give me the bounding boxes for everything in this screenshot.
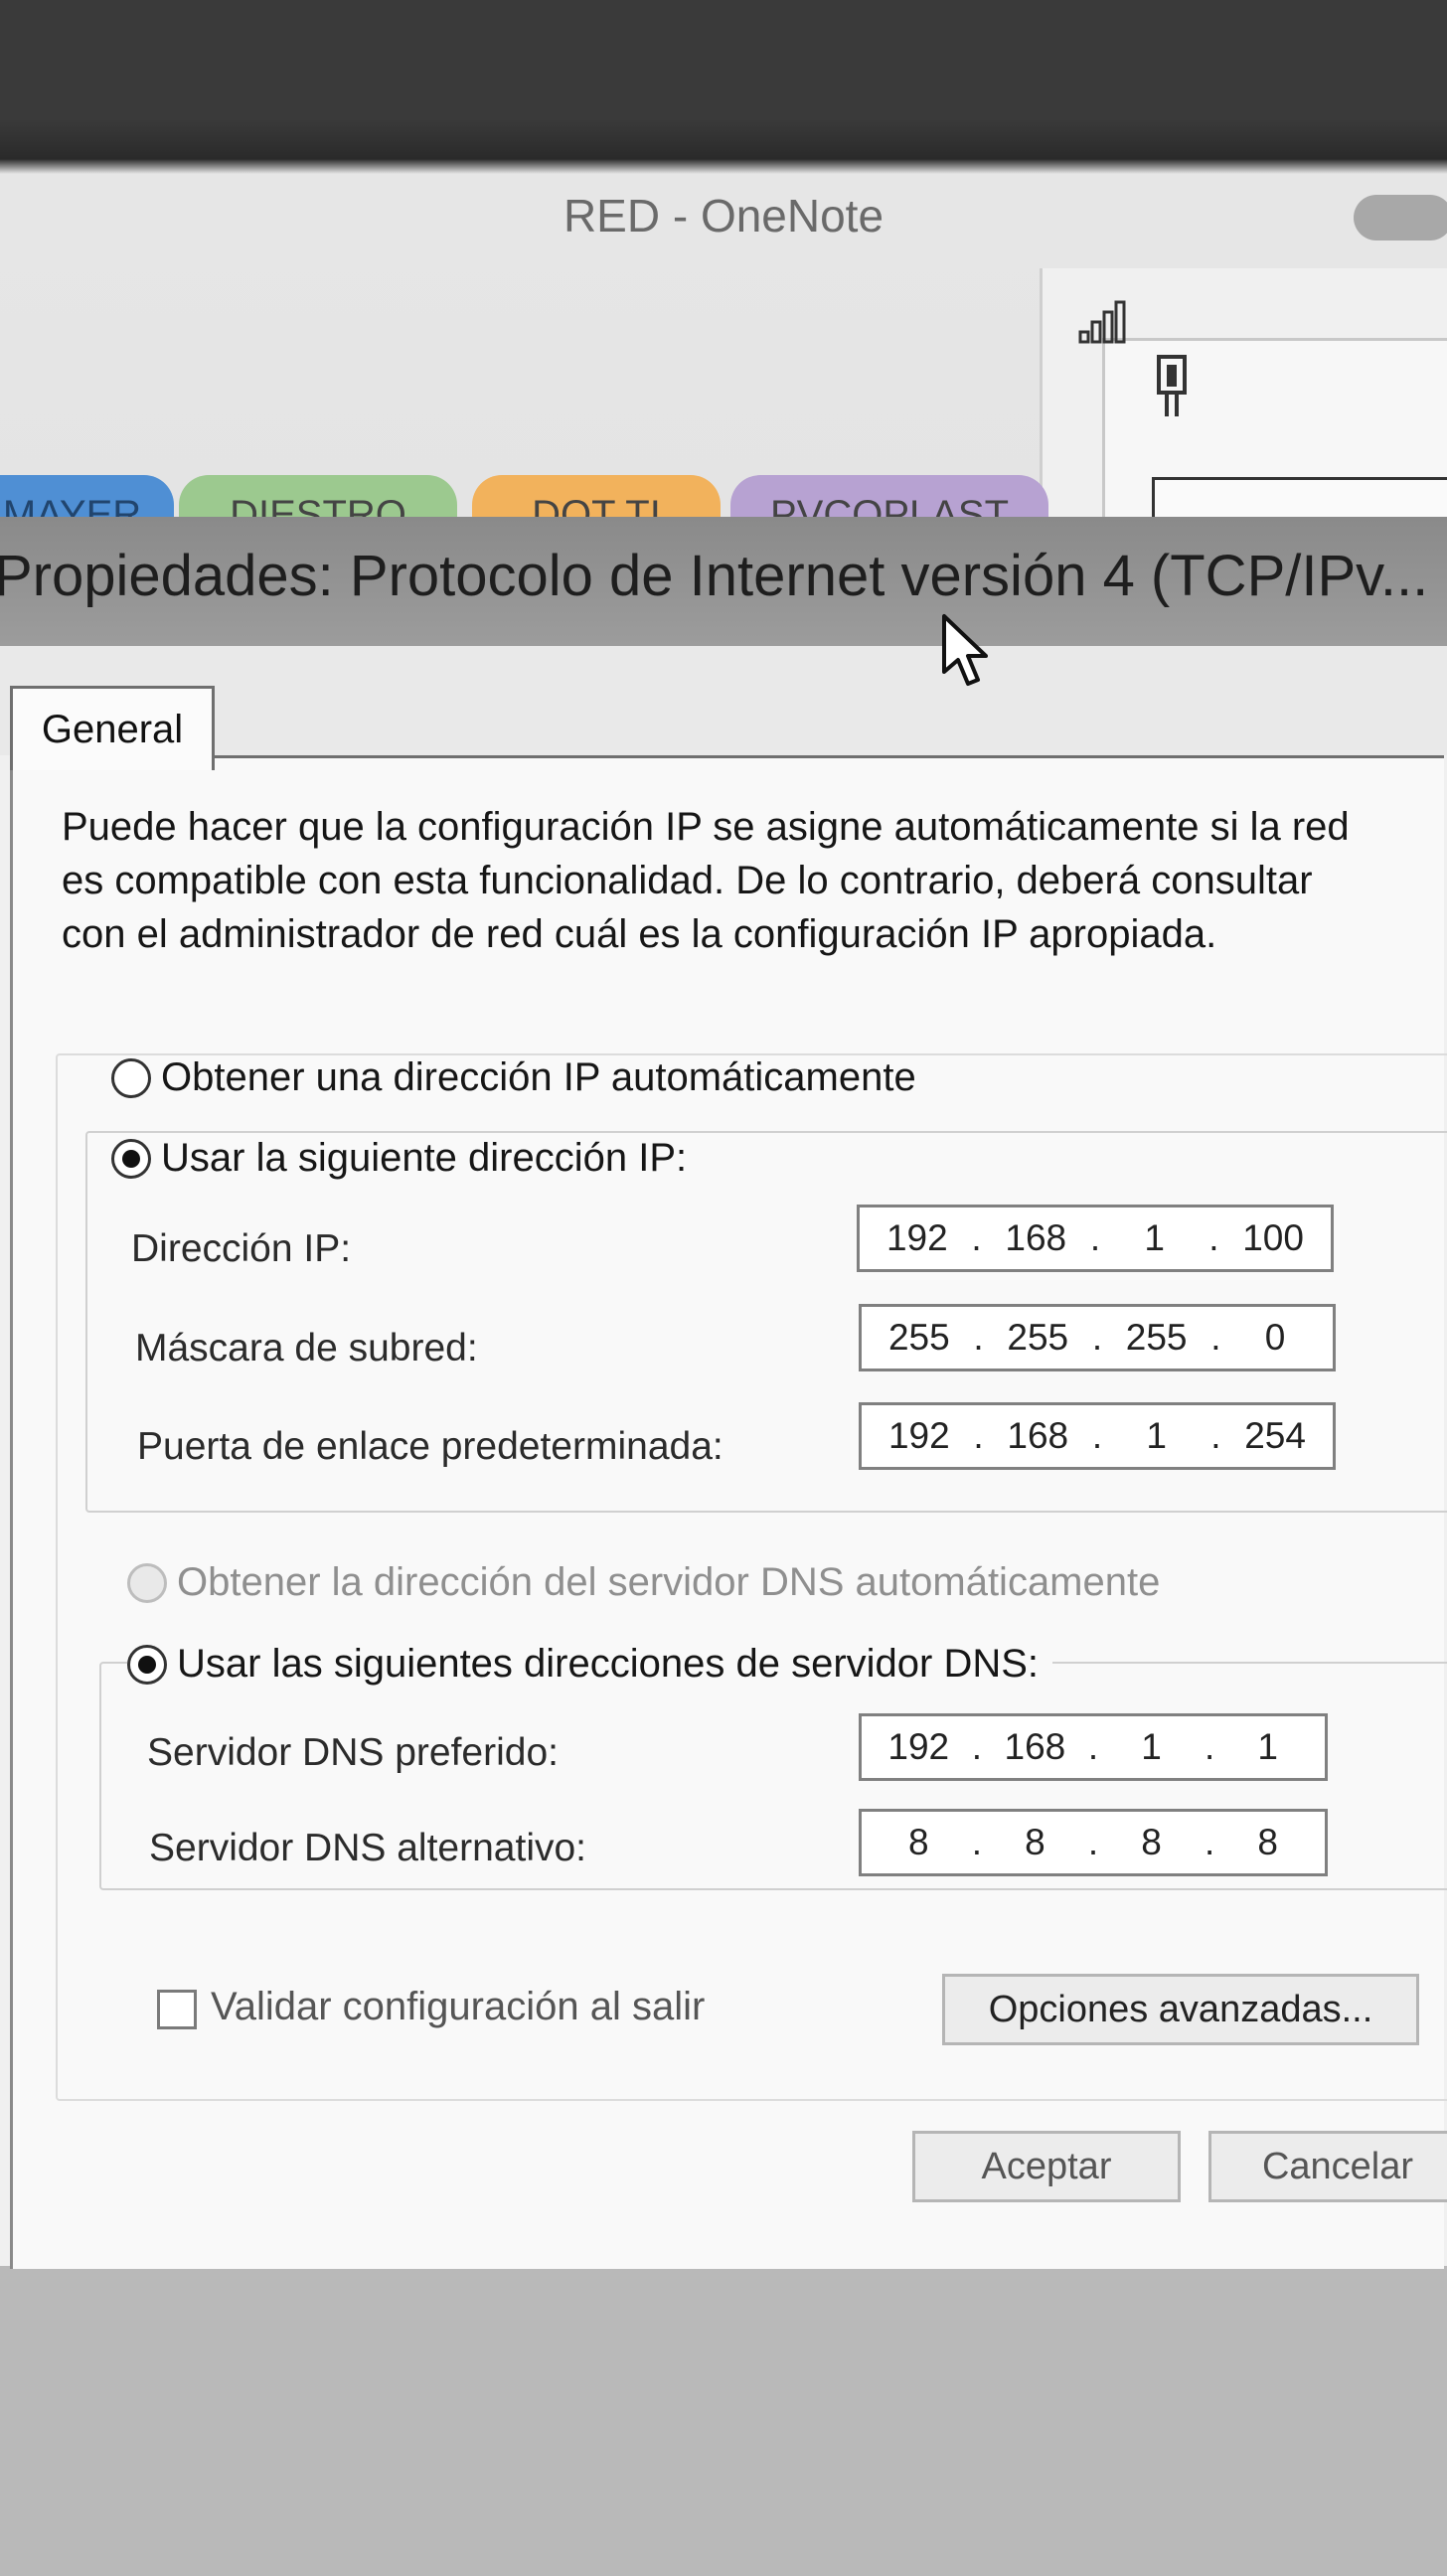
signal-icon [1078, 300, 1126, 344]
tab-strip [0, 646, 1447, 755]
validate-checkbox[interactable] [157, 1990, 197, 2029]
description-text: Puede hacer que la configuración IP se a… [62, 805, 1350, 956]
dialog-title: Propiedades: Protocolo de Internet versi… [0, 544, 1429, 608]
ok-button[interactable]: Aceptar [912, 2131, 1181, 2202]
onenote-window-title: RED - OneNote [563, 190, 884, 242]
dialog-titlebar[interactable]: Propiedades: Protocolo de Internet versi… [0, 517, 1447, 646]
pin-icon [1157, 355, 1187, 416]
cancel-button[interactable]: Cancelar [1208, 2131, 1447, 2202]
tab-general[interactable]: General [10, 686, 215, 770]
advanced-options-button[interactable]: Opciones avanzadas... [942, 1974, 1419, 2045]
mouse-cursor-icon [942, 614, 988, 686]
content-frame [56, 1053, 1447, 2101]
validate-label[interactable]: Validar configuración al salir [211, 1985, 705, 2029]
onenote-logo-icon [1354, 195, 1447, 241]
onenote-window: RED - OneNote MAYER DIESTRO DOT TI PVCOP… [0, 0, 1447, 592]
